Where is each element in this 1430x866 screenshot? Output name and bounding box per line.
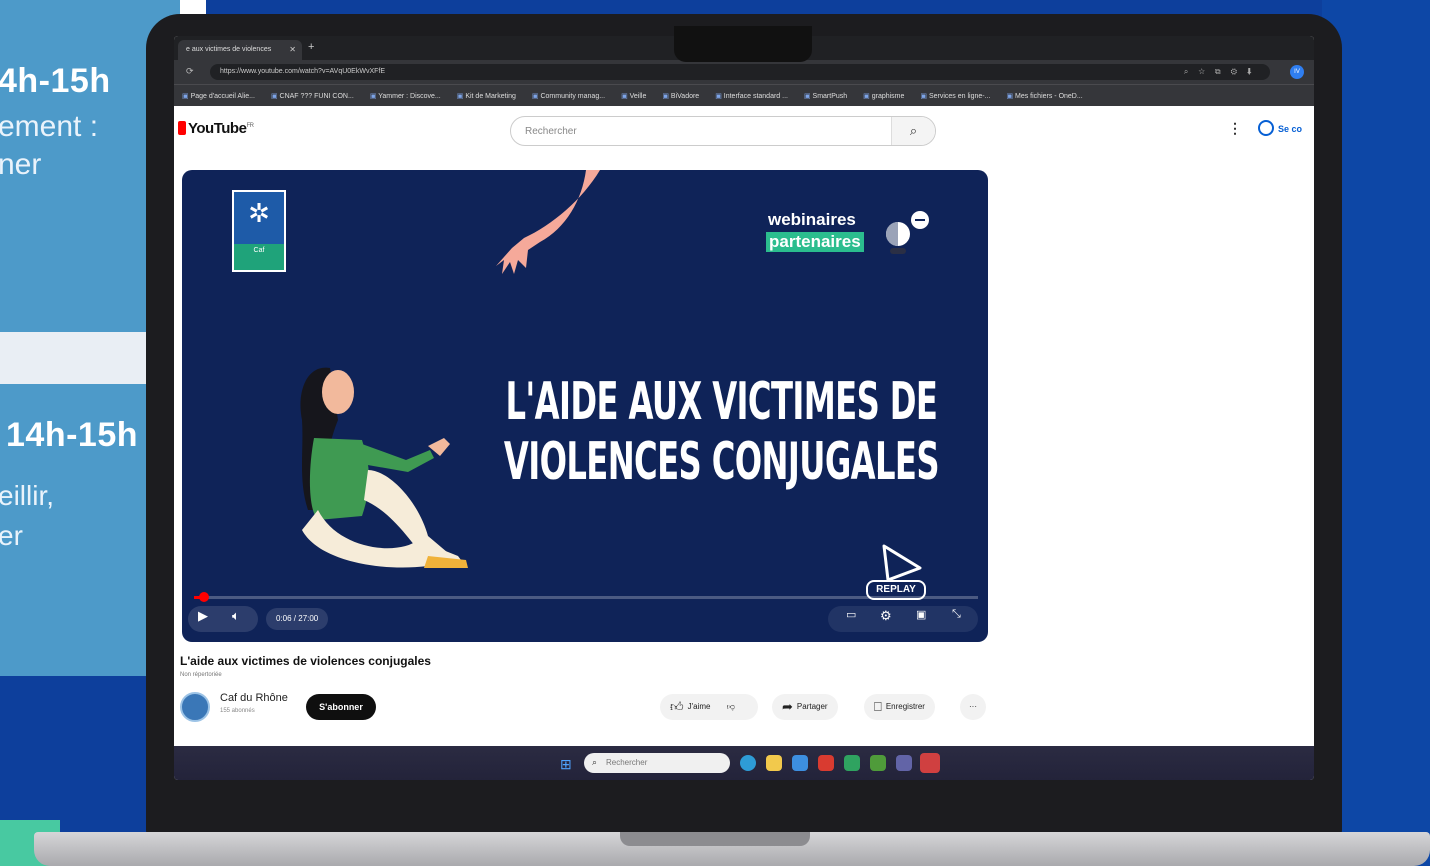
teams-icon[interactable] — [896, 755, 912, 771]
volume-icon[interactable]: 🔈︎ — [232, 608, 240, 624]
subtitles-icon[interactable]: ▭ — [846, 608, 856, 621]
tab-close-icon[interactable]: ✕ — [289, 45, 296, 54]
youtube-country: FR — [246, 123, 254, 129]
headline-line1: L'AIDE AUX VICTIMES DE — [505, 372, 938, 432]
toolbar-icons[interactable]: ⌕☆⧉⚙⬇ — [1184, 67, 1262, 77]
bookmark-item[interactable]: CNAF ??? FUNI CON... — [271, 92, 354, 100]
signin-label: Se co — [1278, 124, 1303, 134]
account-icon — [1258, 120, 1274, 136]
windows-start-icon[interactable]: ⊞ — [560, 756, 572, 773]
card2-line2: er — [0, 520, 23, 551]
acrobat-icon[interactable] — [818, 755, 834, 771]
bookmark-icon: ⎕ — [874, 699, 882, 714]
profile-avatar[interactable]: IV — [1290, 65, 1304, 79]
miniplayer-icon[interactable]: ▣ — [916, 608, 926, 621]
share-label: Partager — [796, 702, 828, 711]
share-icon: ➦ — [782, 699, 793, 714]
bookmark-item[interactable]: Interface standard ... — [715, 92, 788, 100]
laptop-camera-notch — [674, 26, 812, 62]
more-actions-button[interactable]: ··· — [960, 694, 986, 720]
excel-icon[interactable] — [870, 755, 886, 771]
bookmark-item[interactable]: Mes fichiers - OneD... — [1006, 92, 1083, 100]
browser-tab[interactable]: e aux victimes de violences ✕ — [178, 40, 302, 60]
save-label: Enregistrer — [885, 702, 925, 711]
taskbar-search-icon: ⌕ — [592, 757, 598, 767]
laptop-base-notch — [620, 832, 810, 846]
taskbar-search[interactable]: Rechercher — [584, 753, 730, 773]
card1-line2: ner — [0, 148, 42, 181]
woman-illustration — [300, 367, 468, 568]
save-button[interactable]: ⎕ Enregistrer — [864, 694, 935, 720]
slide-gap — [0, 332, 160, 384]
like-label: J'aime — [687, 702, 711, 711]
bookmark-item[interactable]: Services en ligne-... — [920, 92, 990, 100]
signin-button[interactable]: Se co — [1258, 120, 1302, 136]
badge-webinaires: webinaires — [768, 210, 856, 229]
search-icon[interactable]: ⌕ — [891, 117, 935, 145]
card2-line1: eillir, — [0, 480, 55, 511]
bookmark-item[interactable]: BiVadore — [662, 92, 699, 100]
bookmark-item[interactable]: Yammer : Discove... — [370, 92, 441, 100]
progress-scrubber[interactable] — [199, 592, 210, 602]
card1-time: 4h-15h — [0, 62, 111, 100]
badge-partenaires: partenaires — [766, 232, 864, 252]
subscriber-count: 155 abonnés — [220, 708, 255, 714]
video-headline: L'AIDE AUX VICTIMES DE VIOLENCES CONJUGA… — [492, 372, 951, 492]
play-icon[interactable]: ▶ — [198, 608, 208, 624]
store-icon[interactable] — [792, 755, 808, 771]
reaching-hand-illustration — [496, 170, 600, 274]
like-dislike-group: 👍︎ J'aime 👎︎ — [660, 694, 758, 720]
browser-address-bar: ⟳ https://www.youtube.com/watch?v=AVqU0E… — [174, 60, 1314, 84]
bookmark-item[interactable]: Kit de Marketing — [457, 92, 516, 100]
os-taskbar: ⊞ Rechercher ⌕ — [174, 746, 1314, 780]
thumbs-up-icon: 👍︎ — [670, 699, 684, 714]
time-display: 0:06 / 27:00 — [266, 608, 329, 630]
url-field[interactable]: https://www.youtube.com/watch?v=AVqU0EkW… — [210, 64, 1270, 80]
bookmark-item[interactable]: Page d'accueil Alie... — [182, 92, 255, 100]
caf-emblem-icon: ✲ — [248, 198, 270, 228]
new-tab-icon[interactable]: + — [308, 41, 314, 53]
channel-avatar[interactable] — [180, 692, 210, 722]
progress-bar[interactable] — [194, 592, 978, 602]
youtube-search[interactable]: Rechercher ⌕ — [510, 116, 936, 146]
share-button[interactable]: ➦ Partager — [772, 694, 838, 720]
card1-line1: ement : — [0, 110, 99, 143]
tab-title: e aux victimes de violences — [186, 46, 272, 53]
bookmark-item[interactable]: graphisme — [863, 92, 905, 100]
url-text: https://www.youtube.com/watch?v=AVqU0EkW… — [220, 68, 386, 75]
bookmark-item[interactable]: SmartPush — [804, 92, 848, 100]
caf-logo: ✲ Caf — [232, 190, 286, 272]
subscribe-button[interactable]: S'abonner — [306, 694, 376, 720]
video-title: L'aide aux victimes de violences conjuga… — [180, 654, 431, 668]
youtube-search-input[interactable]: Rechercher — [525, 126, 577, 137]
visibility-badge: Non répertoriée — [180, 672, 222, 678]
more-vert-icon[interactable]: ⋮ — [1228, 120, 1242, 137]
app-green-icon[interactable] — [844, 755, 860, 771]
edge-icon[interactable] — [740, 755, 756, 771]
youtube-play-icon — [178, 121, 186, 135]
like-button[interactable]: 👍︎ J'aime — [670, 699, 711, 714]
active-app-icon[interactable] — [920, 753, 940, 773]
bookmark-item[interactable]: Veille — [621, 92, 647, 100]
file-explorer-icon[interactable] — [766, 755, 782, 771]
thumbs-down-icon[interactable]: 👎︎ — [727, 702, 735, 711]
settings-gear-icon[interactable]: ⚙ — [880, 608, 892, 624]
youtube-logo[interactable]: YouTubeFR — [178, 120, 254, 137]
headline-line2: VIOLENCES CONJUGALES — [503, 432, 940, 492]
laptop-screen: e aux victimes de violences ✕ + ⟳ https:… — [174, 36, 1314, 780]
schedule-card-2: 14h-15h eillir, er — [0, 384, 160, 676]
fullscreen-icon[interactable]: ⤡ — [952, 608, 961, 621]
caf-logo-text: Caf — [234, 244, 284, 270]
youtube-logo-text: YouTube — [188, 120, 247, 137]
reload-icon[interactable]: ⟳ — [186, 66, 194, 77]
bookmark-item[interactable]: Community manag... — [532, 92, 605, 100]
channel-name[interactable]: Caf du Rhône — [220, 692, 288, 704]
video-player[interactable]: ✲ Caf webinaires partenaires L'AIDE AUX — [182, 170, 988, 642]
card2-time: 14h-15h — [6, 416, 138, 454]
bookmarks-bar: Page d'accueil Alie... CNAF ??? FUNI CON.… — [174, 84, 1314, 106]
webinar-icon — [886, 211, 929, 254]
